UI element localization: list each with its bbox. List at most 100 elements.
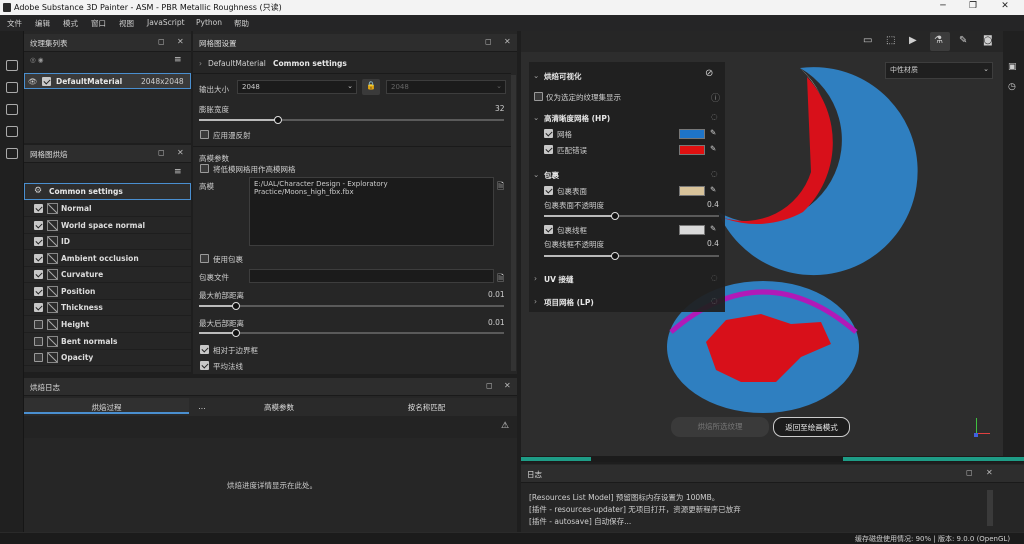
dilation-slider-handle[interactable] (274, 116, 282, 124)
bake-map-id[interactable]: ID (24, 234, 191, 250)
float-panel-icon[interactable]: ◻ (485, 37, 492, 46)
visibility-icon[interactable]: ◌ (711, 296, 718, 305)
checkbox[interactable] (34, 237, 43, 246)
cage-surface-checkbox[interactable] (544, 186, 553, 195)
max-front-slider-handle[interactable] (232, 302, 240, 310)
checkbox[interactable] (34, 287, 43, 296)
bake-map-thickness[interactable]: Thickness (24, 300, 191, 316)
max-front-slider-track[interactable] (199, 305, 504, 307)
output-size-select[interactable]: 2048 ⌄ (237, 80, 357, 94)
float-panel-icon[interactable]: ◻ (158, 148, 165, 157)
bake-map-curvature[interactable]: Curvature (24, 267, 191, 283)
close-panel-icon[interactable]: ✕ (177, 37, 184, 46)
cage-surface-opacity-handle[interactable] (611, 212, 619, 220)
texture-set-row[interactable]: 👁 DefaultMaterial 2048x2048 (24, 73, 191, 89)
breadcrumb-root[interactable]: DefaultMaterial (208, 59, 266, 68)
texture-set-checkbox[interactable] (42, 77, 51, 86)
eyedropper-icon[interactable]: ✎ (710, 224, 716, 233)
menu-help[interactable]: 帮助 (234, 18, 249, 29)
info-icon[interactable]: ⓘ (711, 91, 720, 104)
menu-mode[interactable]: 模式 (63, 18, 78, 29)
use-cage-checkbox[interactable] (200, 254, 209, 263)
checkbox[interactable] (34, 270, 43, 279)
checkbox[interactable] (34, 204, 43, 213)
uv-section-title[interactable]: UV 接缝 (544, 274, 574, 285)
menu-edit[interactable]: 编辑 (35, 18, 50, 29)
display-settings-icon[interactable]: ▣ (1008, 62, 1017, 72)
list-menu-icon[interactable]: ≡ (174, 55, 182, 65)
float-panel-icon[interactable]: ◻ (158, 37, 165, 46)
close-panel-icon[interactable]: ✕ (504, 381, 511, 390)
close-window-icon[interactable]: ✕ (994, 1, 1016, 13)
menu-window[interactable]: 窗口 (91, 18, 106, 29)
relative-to-bbox-checkbox[interactable] (200, 345, 209, 354)
bake-icon[interactable] (6, 82, 18, 93)
bake-map-ambient-occlusion[interactable]: Ambient occlusion (24, 251, 191, 267)
checkbox[interactable] (34, 353, 43, 362)
menu-view[interactable]: 视图 (119, 18, 134, 29)
log-scrollbar[interactable] (987, 490, 993, 526)
bake-map-height[interactable]: Height (24, 317, 191, 333)
lp-section-title[interactable]: 项目网格 (LP) (544, 297, 594, 308)
cage-wire-opacity-handle[interactable] (611, 252, 619, 260)
float-panel-icon[interactable]: ◻ (486, 381, 493, 390)
mismatch-color-swatch[interactable] (679, 145, 705, 155)
cage-surface-color-swatch[interactable] (679, 186, 705, 196)
video-icon[interactable]: ▶ (909, 35, 917, 46)
cage-wire-color-swatch[interactable] (679, 225, 705, 235)
wireframe-checkbox[interactable] (544, 129, 553, 138)
average-normals-checkbox[interactable] (200, 361, 209, 370)
history-icon[interactable]: ◷ (1008, 82, 1016, 92)
eyedropper-icon[interactable]: ✎ (710, 144, 716, 153)
checkbox[interactable] (34, 320, 43, 329)
cube-icon[interactable] (6, 148, 18, 159)
settings-scrollbar[interactable] (511, 75, 516, 371)
brush-icon[interactable]: ✎ (959, 35, 967, 46)
export-icon[interactable] (6, 60, 18, 71)
close-panel-icon[interactable]: ✕ (986, 468, 993, 477)
cube-view-icon[interactable]: ⬚ (886, 35, 895, 46)
mismatch-checkbox[interactable] (544, 145, 553, 154)
eyedropper-icon[interactable]: ✎ (710, 128, 716, 137)
bake-selected-button[interactable]: 烘焙所选纹理 (671, 417, 769, 437)
max-rear-slider-handle[interactable] (232, 329, 240, 337)
cage-file-field[interactable] (249, 269, 494, 283)
eye-icon[interactable]: 👁 (28, 77, 38, 86)
bake-map-normal[interactable]: Normal (24, 201, 191, 217)
tab-more[interactable]: ... (191, 398, 213, 414)
menu-python[interactable]: Python (196, 18, 222, 27)
locked-size-select[interactable]: 2048 ⌄ (386, 80, 506, 94)
bake-mode-toggle[interactable]: ⚗ (930, 32, 950, 51)
bake-map-bent-normals[interactable]: Bent normals (24, 334, 191, 350)
close-panel-icon[interactable]: ✕ (504, 37, 511, 46)
return-to-paint-button[interactable]: 返回至绘画模式 (773, 417, 850, 437)
wireframe-color-swatch[interactable] (679, 129, 705, 139)
tab-bake-process[interactable]: 烘焙过程 (24, 398, 189, 414)
menu-file[interactable]: 文件 (7, 18, 22, 29)
tab-match-by-name[interactable]: 按名称匹配 (344, 398, 509, 414)
visibility-icon[interactable]: ◌ (711, 273, 718, 282)
checkbox[interactable] (34, 303, 43, 312)
bake-map-world-space-normal[interactable]: World space normal (24, 218, 191, 234)
eye-off-icon[interactable]: ⊘ (705, 68, 713, 79)
camera-mode-icon[interactable]: ▭ (863, 35, 872, 46)
visibility-icon[interactable]: ◌ (711, 112, 718, 121)
warning-icon[interactable]: ⚠ (501, 421, 509, 431)
checkbox[interactable] (34, 221, 43, 230)
cage-wire-checkbox[interactable] (544, 225, 553, 234)
tab-hp-params[interactable]: 高模参数 (214, 398, 344, 414)
maximize-icon[interactable]: ❐ (962, 1, 984, 13)
max-rear-slider-track[interactable] (199, 332, 504, 334)
bake-map-opacity[interactable]: Opacity (24, 350, 191, 366)
high-poly-path-field[interactable]: E:/UAL/Character Design - Exploratory Pr… (249, 177, 494, 246)
visibility-icon[interactable]: ◌ (711, 169, 718, 178)
minimize-icon[interactable]: ─ (932, 1, 954, 13)
material-select[interactable]: 中性材质 ⌄ (885, 62, 993, 79)
bake-list-menu-icon[interactable]: ≡ (174, 167, 182, 177)
lock-icon[interactable]: 🔒 (362, 79, 380, 95)
menu-javascript[interactable]: JavaScript (147, 18, 185, 27)
use-low-as-high-checkbox[interactable] (200, 164, 209, 173)
common-settings-row[interactable]: ⚙ Common settings (24, 183, 191, 200)
screenshot-icon[interactable]: ◙ (983, 35, 993, 46)
close-panel-icon[interactable]: ✕ (177, 148, 184, 157)
